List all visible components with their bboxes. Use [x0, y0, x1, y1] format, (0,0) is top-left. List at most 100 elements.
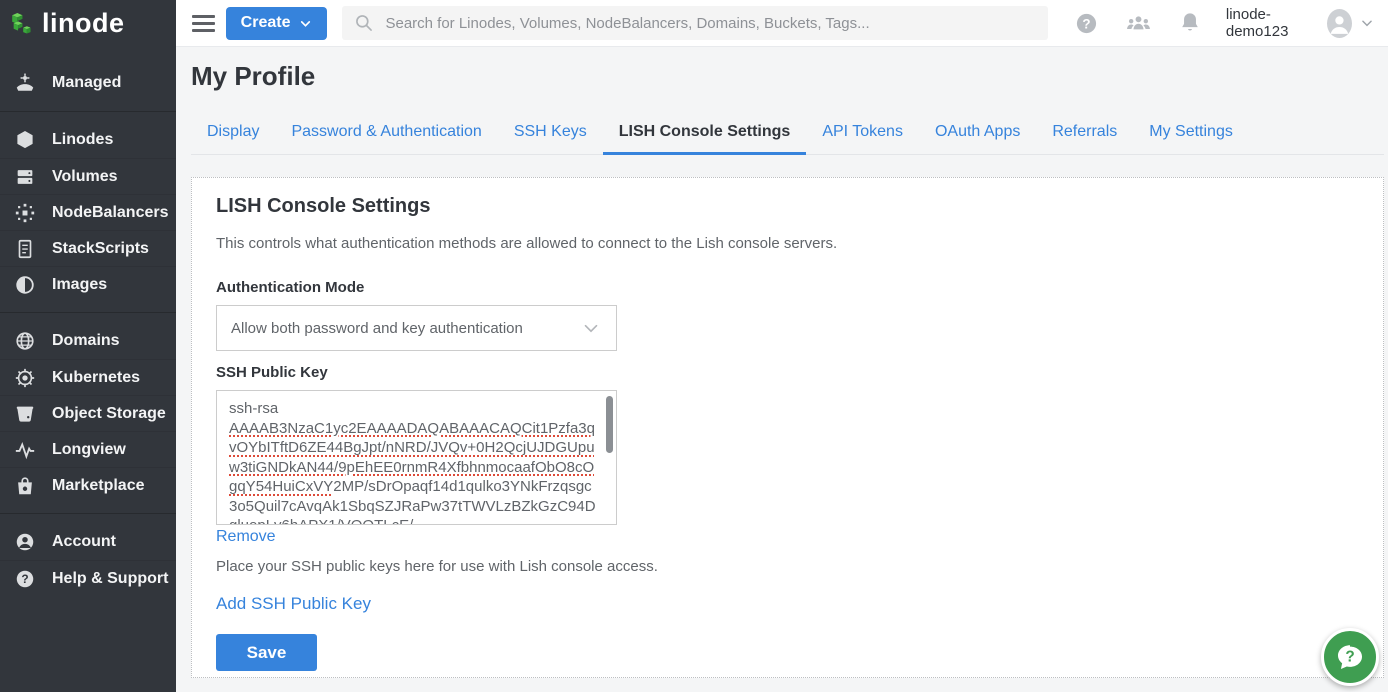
remove-key-link[interactable]: Remove [216, 528, 276, 546]
ssh-public-key-textarea[interactable]: ssh-rsaAAAAB3NzaC1yc2EAAAADAQABAAACAQCit… [216, 390, 617, 525]
help-circle-icon: ? [13, 567, 37, 591]
topbar-actions: ? linode-demo123 [1048, 6, 1374, 40]
add-ssh-public-key-link[interactable]: Add SSH Public Key [216, 594, 371, 614]
tab-lish-console-settings[interactable]: LISH Console Settings [603, 114, 807, 154]
sidebar-item-images[interactable]: Images [0, 266, 176, 302]
auth-mode-label: Authentication Mode [216, 279, 1359, 296]
ssh-public-key-label: SSH Public Key [216, 364, 1359, 381]
linode-logo[interactable]: linode [0, 0, 176, 47]
object-storage-bucket-icon [13, 402, 37, 426]
sidebar-item-managed[interactable]: Managed [0, 65, 176, 101]
search-bar[interactable] [342, 6, 1047, 40]
tab-ssh-keys[interactable]: SSH Keys [498, 114, 603, 154]
chevron-down-icon [299, 17, 312, 30]
sidebar-item-label: Images [52, 276, 107, 294]
username[interactable]: linode-demo123 [1226, 6, 1318, 40]
sidebar-item-account[interactable]: Account [0, 524, 176, 560]
lish-settings-panel: LISH Console Settings This controls what… [191, 177, 1384, 678]
sidebar-item-object-storage[interactable]: Object Storage [0, 395, 176, 431]
bell-icon [1179, 11, 1201, 35]
sidebar-item-label: NodeBalancers [52, 204, 169, 222]
sidebar-item-label: StackScripts [52, 240, 149, 258]
ssh-help-text: Place your SSH public keys here for use … [216, 558, 1359, 575]
profile-tabs: Display Password & Authentication SSH Ke… [191, 114, 1384, 155]
sidebar-group-managed: Managed [0, 55, 176, 112]
tab-display[interactable]: Display [191, 114, 275, 154]
tab-api-tokens[interactable]: API Tokens [806, 114, 919, 154]
topbar: Create ? linode-demo123 [176, 0, 1388, 47]
linode-logo-icon [9, 12, 33, 36]
search-icon [354, 13, 374, 33]
avatar[interactable] [1327, 9, 1352, 38]
ssh-key-prefix: ssh-rsa [229, 399, 599, 419]
sidebar-item-label: Kubernetes [52, 369, 140, 387]
sidebar-item-stackscripts[interactable]: StackScripts [0, 230, 176, 266]
notifications-button[interactable] [1179, 11, 1201, 35]
sidebar-item-kubernetes[interactable]: Kubernetes [0, 359, 176, 395]
volumes-icon [13, 165, 37, 189]
avatar-person-icon [1327, 9, 1352, 38]
nodebalancers-icon [13, 201, 37, 225]
sidebar-item-label: Longview [52, 441, 126, 459]
sidebar-group-account: Account ? Help & Support [0, 514, 176, 606]
images-icon [13, 273, 37, 297]
help-button[interactable]: ? [1075, 12, 1098, 35]
sidebar-item-label: Domains [52, 332, 120, 350]
tab-referrals[interactable]: Referrals [1036, 114, 1133, 154]
sidebar-item-help-support[interactable]: ? Help & Support [0, 560, 176, 596]
panel-title: LISH Console Settings [216, 195, 1359, 218]
auth-mode-select[interactable]: Allow both password and key authenticati… [216, 305, 617, 351]
menu-hamburger-icon[interactable] [192, 15, 215, 32]
stackscripts-icon [13, 237, 37, 261]
textarea-scrollbar[interactable] [605, 393, 614, 522]
page-title: My Profile [191, 61, 1384, 92]
sidebar-item-volumes[interactable]: Volumes [0, 158, 176, 194]
community-people-icon [1125, 12, 1152, 34]
sidebar-item-label: Object Storage [52, 405, 166, 423]
svg-text:?: ? [1345, 649, 1354, 666]
sidebar-item-label: Managed [52, 74, 121, 92]
app-window: linode Managed Linodes [0, 0, 1388, 692]
sidebar-group-services: Domains Kubernetes Object Storage [0, 313, 176, 514]
create-button-label: Create [241, 14, 291, 32]
svg-text:?: ? [21, 572, 28, 586]
sidebar-item-label: Volumes [52, 168, 118, 186]
kubernetes-wheel-icon [13, 366, 37, 390]
save-button[interactable]: Save [216, 634, 317, 671]
sidebar-item-linodes[interactable]: Linodes [0, 122, 176, 158]
sidebar-item-marketplace[interactable]: Marketplace [0, 467, 176, 503]
tab-oauth-apps[interactable]: OAuth Apps [919, 114, 1036, 154]
marketplace-bag-icon [13, 474, 37, 498]
sidebar-item-longview[interactable]: Longview [0, 431, 176, 467]
main-content: My Profile Display Password & Authentica… [176, 47, 1388, 692]
sidebar-item-label: Help & Support [52, 570, 168, 588]
brand-name: linode [42, 8, 125, 39]
account-menu-button[interactable] [1360, 16, 1374, 30]
svg-text:?: ? [1082, 16, 1090, 31]
tab-password-authentication[interactable]: Password & Authentication [275, 114, 497, 154]
chevron-down-icon [580, 317, 602, 339]
sidebar-nav: Managed Linodes Volumes [0, 55, 176, 606]
account-person-icon [13, 530, 37, 554]
tab-my-settings[interactable]: My Settings [1133, 114, 1249, 154]
sidebar-item-nodebalancers[interactable]: NodeBalancers [0, 194, 176, 230]
longview-pulse-icon [13, 438, 37, 462]
chevron-down-icon [1360, 16, 1374, 30]
community-button[interactable] [1125, 12, 1152, 34]
sidebar-item-label: Marketplace [52, 477, 145, 495]
sidebar: linode Managed Linodes [0, 0, 176, 692]
sidebar-item-domains[interactable]: Domains [0, 323, 176, 359]
auth-mode-selected-value: Allow both password and key authenticati… [231, 320, 523, 337]
panel-description: This controls what authentication method… [216, 235, 1359, 252]
scrollbar-thumb[interactable] [606, 396, 613, 453]
sidebar-item-label: Linodes [52, 131, 113, 149]
sidebar-group-compute: Linodes Volumes NodeBalancers [0, 112, 176, 313]
linode-cube-icon [13, 128, 37, 152]
sidebar-item-label: Account [52, 533, 116, 551]
domains-globe-icon [13, 329, 37, 353]
create-button[interactable]: Create [226, 7, 328, 40]
search-input[interactable] [385, 15, 1035, 32]
help-chat-fab[interactable]: ? [1321, 628, 1379, 686]
speech-bubble-question-icon: ? [1334, 641, 1366, 673]
managed-icon [13, 71, 37, 95]
